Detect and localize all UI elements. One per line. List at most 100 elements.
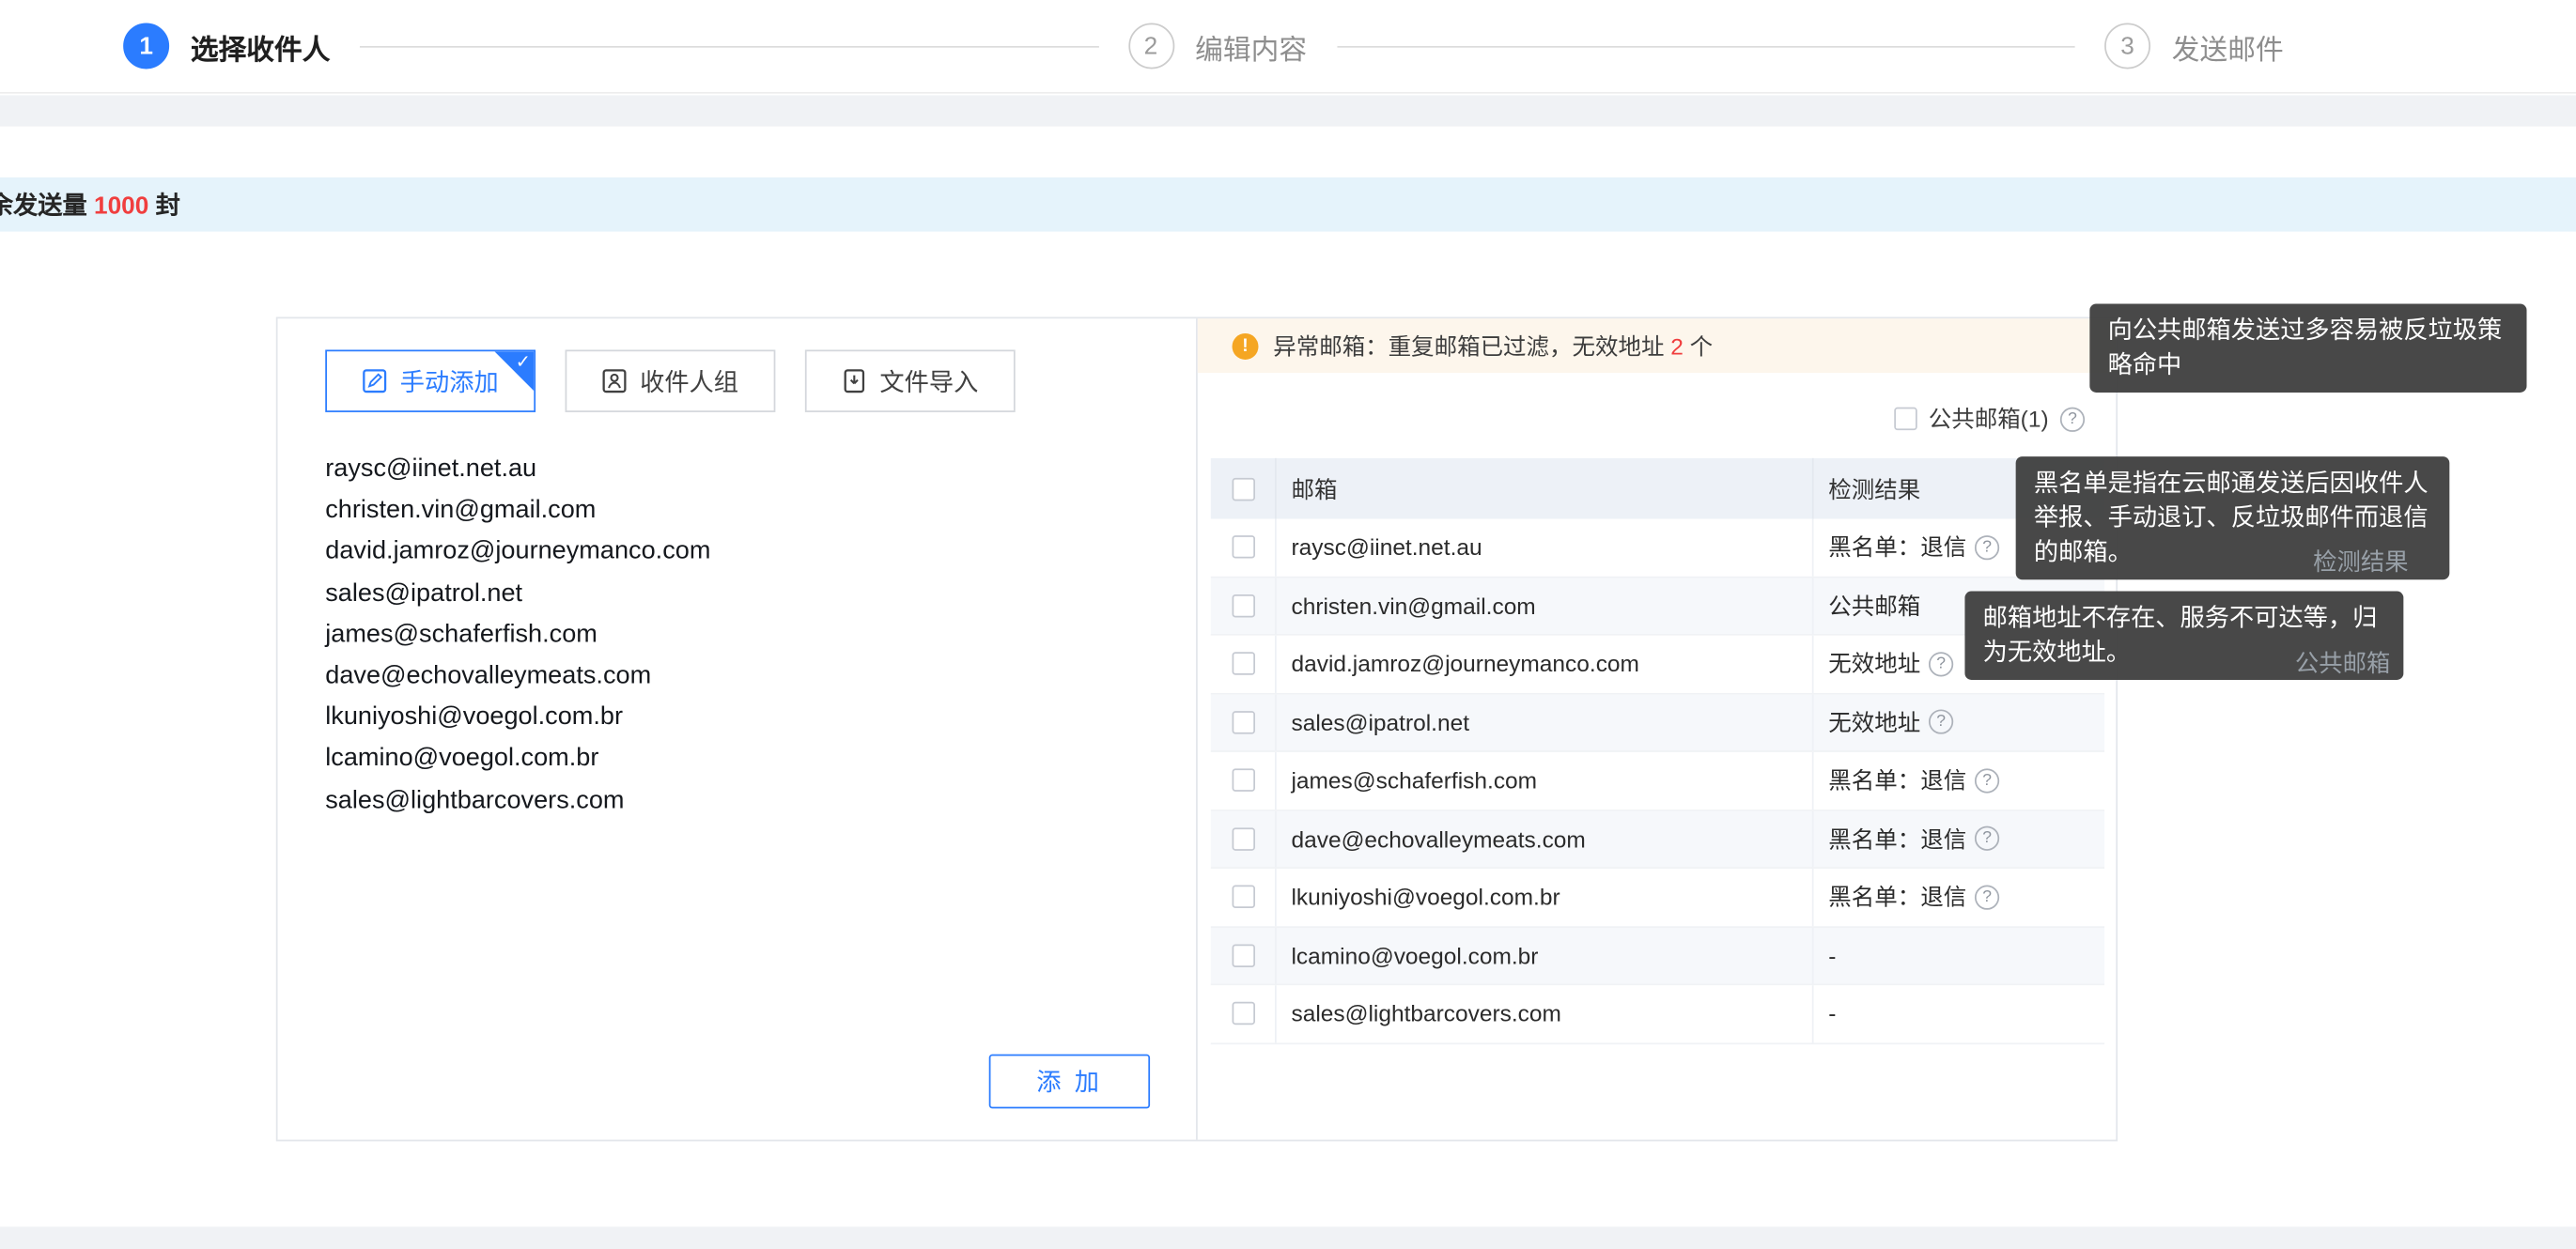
mass-mail-wizard-page: 1选择收件人2编辑内容3发送邮件 余发送量 1000 封 手动添加✓收件人组文件… (0, 0, 2576, 1249)
help-icon[interactable]: ? (1929, 652, 1953, 676)
tab-label: 手动添加 (400, 363, 499, 398)
result-cell: 黑名单：退信? (1812, 810, 2104, 867)
row-checkbox[interactable] (1232, 594, 1254, 617)
email-entry: james@schaferfish.com (325, 614, 1155, 655)
detection-results-section: ! 异常邮箱：重复邮箱已过滤，无效地址 2 个 公共邮箱(1) ? 邮箱 检测结… (1198, 318, 2117, 1139)
add-button[interactable]: 添 加 (989, 1055, 1150, 1109)
help-icon[interactable]: ? (1975, 826, 1999, 851)
public-mailbox-filter: 公共邮箱(1) ? (1894, 402, 2085, 435)
column-header-email: 邮箱 (1275, 458, 1812, 519)
row-checkbox[interactable] (1232, 711, 1254, 733)
row-checkbox[interactable] (1232, 653, 1254, 675)
result-cell: 黑名单：退信? (1812, 752, 2104, 809)
public-mailbox-label: 公共邮箱(1) (1929, 402, 2049, 435)
tab-label: 收件人组 (640, 363, 738, 398)
tab-file-import[interactable]: 文件导入 (805, 349, 1016, 411)
help-icon[interactable]: ? (1975, 535, 1999, 560)
quota-bar: 余发送量 1000 封 (0, 177, 2576, 232)
checkbox-cell (1211, 927, 1275, 983)
step-connector (360, 45, 1098, 47)
email-cell: james@schaferfish.com (1275, 752, 1812, 809)
row-checkbox[interactable] (1232, 769, 1254, 792)
file-import-icon (842, 368, 868, 394)
quota-count: 1000 (94, 193, 148, 221)
detection-result: 黑名单：退信 (1828, 881, 1966, 914)
email-entry: christen.vin@gmail.com (325, 489, 1155, 531)
checkbox-cell (1211, 694, 1275, 750)
email-entry: lcamino@voegol.com.br (325, 738, 1155, 779)
checkbox-cell (1211, 985, 1275, 1041)
email-entry: lkuniyoshi@voegol.com.br (325, 697, 1155, 738)
email-entry: sales@ipatrol.net (325, 573, 1155, 614)
table-row: sales@ipatrol.net无效地址? (1211, 694, 2104, 752)
check-icon: ✓ (516, 351, 531, 374)
table-row: lkuniyoshi@voegol.com.br 黑名单：退信? (1211, 869, 2104, 927)
help-icon[interactable]: ? (1975, 768, 1999, 793)
row-checkbox[interactable] (1232, 944, 1254, 966)
bottom-band (0, 1226, 2576, 1249)
recipient-email-input-area[interactable]: raysc@iinet.net.auchristen.vin@gmail.com… (325, 448, 1155, 821)
quota-text: 余发送量 1000 封 (0, 187, 180, 222)
add-recipients-section: 手动添加 ✓ 收件人组 文件导入 raysc@iinet.net.auchristen… (278, 318, 1198, 1139)
tab-label: 文件导入 (879, 363, 978, 398)
email-cell: lkuniyoshi@voegol.com.br (1275, 869, 1812, 925)
step-connector (1337, 45, 2075, 47)
divider-band (0, 95, 2576, 126)
detection-result: 黑名单：退信 (1828, 531, 1966, 563)
detection-result: - (1828, 942, 1836, 968)
select-all-checkbox[interactable] (1232, 477, 1254, 500)
row-checkbox[interactable] (1232, 827, 1254, 850)
email-entry: raysc@iinet.net.au (325, 448, 1155, 489)
email-cell: david.jamroz@journeymanco.com (1275, 636, 1812, 692)
tab-manual-add[interactable]: 手动添加 ✓ (325, 349, 535, 411)
invalid-count: 2 (1670, 332, 1684, 359)
email-cell: sales@lightbarcovers.com (1275, 985, 1812, 1041)
step-label: 编辑内容 (1195, 25, 1307, 67)
row-checkbox[interactable] (1232, 886, 1254, 908)
table-row: lcamino@voegol.com.br- (1211, 927, 2104, 985)
table-row: james@schaferfish.com黑名单：退信? (1211, 752, 2104, 810)
detection-result: 黑名单：退信 (1828, 764, 1966, 797)
recipient-selection-panel: 手动添加✓收件人组文件导入 raysc@iinet.net.auchristen… (276, 316, 2118, 1141)
email-cell: christen.vin@gmail.com (1275, 578, 1812, 634)
email-entry: david.jamroz@journeymanco.com (325, 532, 1155, 573)
email-entry: sales@lightbarcovers.com (325, 779, 1155, 821)
step-label: 选择收件人 (191, 25, 331, 67)
wizard-steps: 1选择收件人2编辑内容3发送邮件 (0, 0, 2576, 94)
checkbox-cell (1211, 752, 1275, 809)
checkbox-cell (1211, 810, 1275, 867)
tooltip: 向公共邮箱发送过多容易被反垃圾策略命中 (2089, 304, 2526, 393)
email-entry: dave@echovalleymeats.com (325, 655, 1155, 697)
row-checkbox[interactable] (1232, 1002, 1254, 1025)
public-mailbox-checkbox[interactable] (1894, 408, 1916, 430)
table-row: dave@echovalleymeats.com黑名单：退信? (1211, 810, 2104, 869)
add-method-tabs: 手动添加 ✓ 收件人组 文件导入 (325, 349, 1015, 411)
checkbox-cell (1211, 869, 1275, 925)
email-cell: lcamino@voegol.com.br (1275, 927, 1812, 983)
checkbox-cell (1211, 519, 1275, 576)
detection-table: 邮箱 检测结果 raysc@iinet.net.au 黑名单：退信? christe… (1211, 458, 2104, 1043)
help-icon[interactable]: ? (1929, 710, 1953, 734)
step-number: 1 (123, 23, 169, 69)
help-icon[interactable]: ? (1975, 885, 1999, 909)
warning-text: 异常邮箱：重复邮箱已过滤，无效地址 2 个 (1273, 330, 1713, 362)
warning-icon: ! (1233, 332, 1259, 359)
manual-add-icon (363, 368, 389, 394)
help-icon[interactable]: ? (2060, 407, 2085, 431)
step-number: 3 (2104, 23, 2150, 69)
detection-result: 无效地址 (1828, 647, 1920, 680)
checkbox-header-cell (1211, 458, 1275, 519)
detection-result: 公共邮箱 (1828, 589, 1920, 622)
wizard-step-1: 1 选择收件人 (123, 23, 330, 69)
warning-prefix: 异常邮箱：重复邮箱已过滤，无效地址 (1273, 332, 1670, 359)
email-cell: dave@echovalleymeats.com (1275, 810, 1812, 867)
detection-result: - (1828, 1000, 1836, 1026)
table-header-row: 邮箱 检测结果 (1211, 458, 2104, 519)
step-number: 2 (1127, 23, 1173, 69)
result-cell: - (1812, 927, 2104, 983)
email-cell: raysc@iinet.net.au (1275, 519, 1812, 576)
tab-recipient-group[interactable]: 收件人组 (566, 349, 776, 411)
abnormal-warning-bar: ! 异常邮箱：重复邮箱已过滤，无效地址 2 个 (1198, 318, 2117, 373)
row-checkbox[interactable] (1232, 536, 1254, 559)
table-row: raysc@iinet.net.au 黑名单：退信? (1211, 519, 2104, 578)
